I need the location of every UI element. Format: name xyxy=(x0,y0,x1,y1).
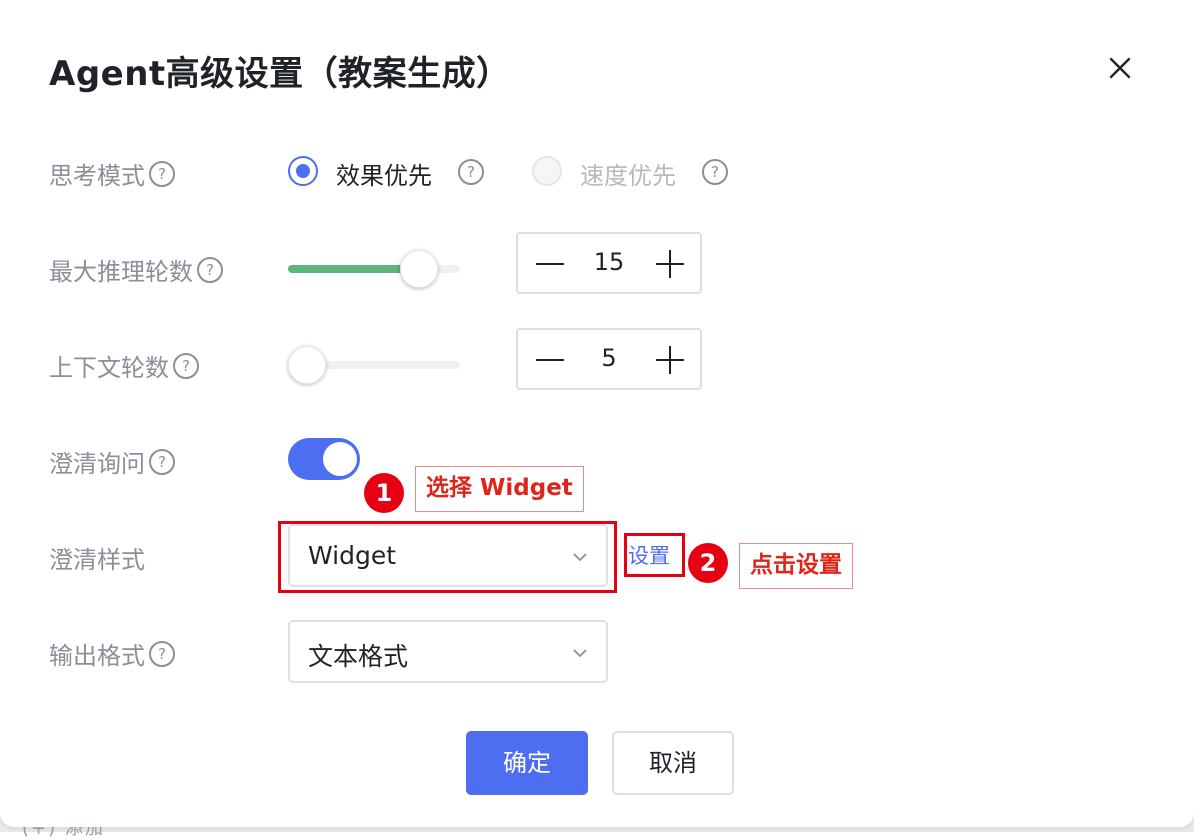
help-icon[interactable]: ? xyxy=(197,256,223,283)
annotation-callout-1: 选择 Widget xyxy=(415,466,584,512)
chevron-down-icon xyxy=(573,649,587,658)
help-icon[interactable]: ? xyxy=(149,160,175,187)
annotation-badge-1: 1 xyxy=(364,473,404,513)
clarify-style-value: Widget xyxy=(308,541,397,570)
output-format-label-text: 输出格式 xyxy=(49,642,145,670)
clarify-query-label: 澄清询问 ? xyxy=(49,444,175,479)
cancel-button[interactable]: 取消 xyxy=(612,731,734,795)
clarify-style-select[interactable]: Widget xyxy=(288,524,608,587)
confirm-button[interactable]: 确定 xyxy=(466,731,588,795)
clarify-style-label: 澄清样式 xyxy=(49,540,145,575)
annotation-badge-2: 2 xyxy=(688,543,728,583)
max-rounds-slider-thumb[interactable] xyxy=(399,250,438,288)
chevron-down-icon xyxy=(573,553,587,562)
annotation-callout-2: 点击设置 xyxy=(739,543,853,589)
decrement-button[interactable] xyxy=(518,330,578,388)
max-rounds-stepper: 15 xyxy=(516,232,702,294)
context-rounds-slider-thumb[interactable] xyxy=(288,346,326,384)
clarify-style-label-text: 澄清样式 xyxy=(49,546,145,574)
help-icon[interactable]: ? xyxy=(149,448,175,475)
output-format-label: 输出格式 ? xyxy=(49,636,175,671)
output-format-select[interactable]: 文本格式 xyxy=(288,620,608,683)
radio-effect-first[interactable] xyxy=(288,156,318,186)
thinking-mode-label: 思考模式 ? xyxy=(49,156,175,191)
thinking-mode-label-text: 思考模式 xyxy=(49,162,145,190)
max-rounds-value[interactable]: 15 xyxy=(578,248,640,276)
clarify-query-label-text: 澄清询问 xyxy=(49,450,145,478)
context-rounds-label-text: 上下文轮数 xyxy=(49,354,169,382)
context-rounds-stepper: 5 xyxy=(516,328,702,390)
radio-effect-first-label[interactable]: 效果优先 xyxy=(336,156,432,191)
max-rounds-label-text: 最大推理轮数 xyxy=(49,258,193,286)
decrement-button[interactable] xyxy=(518,234,578,292)
radio-speed-first-label: 速度优先 xyxy=(580,162,676,190)
context-rounds-label: 上下文轮数 ? xyxy=(49,348,199,383)
clarify-style-settings-link[interactable]: 设置 xyxy=(628,540,670,570)
help-icon[interactable]: ? xyxy=(458,159,484,185)
context-rounds-value[interactable]: 5 xyxy=(578,344,640,372)
plus-icon-vertical xyxy=(669,346,671,374)
help-icon[interactable]: ? xyxy=(173,352,199,379)
agent-settings-dialog: Agent高级设置（教案生成） 思考模式 ? 效果优先 ? 速度优先 ? 最大推… xyxy=(0,0,1194,827)
clarify-query-toggle[interactable] xyxy=(288,438,360,480)
max-rounds-label: 最大推理轮数 ? xyxy=(49,252,223,287)
help-icon[interactable]: ? xyxy=(702,159,728,185)
toggle-knob xyxy=(323,442,357,476)
output-format-value: 文本格式 xyxy=(308,642,409,671)
close-icon[interactable] xyxy=(1104,52,1136,84)
dialog-title: Agent高级设置（教案生成） xyxy=(49,54,511,94)
minus-icon xyxy=(536,263,564,265)
minus-icon xyxy=(536,359,564,361)
plus-icon-vertical xyxy=(669,250,671,278)
help-icon[interactable]: ? xyxy=(149,640,175,667)
radio-speed-first xyxy=(532,156,562,186)
